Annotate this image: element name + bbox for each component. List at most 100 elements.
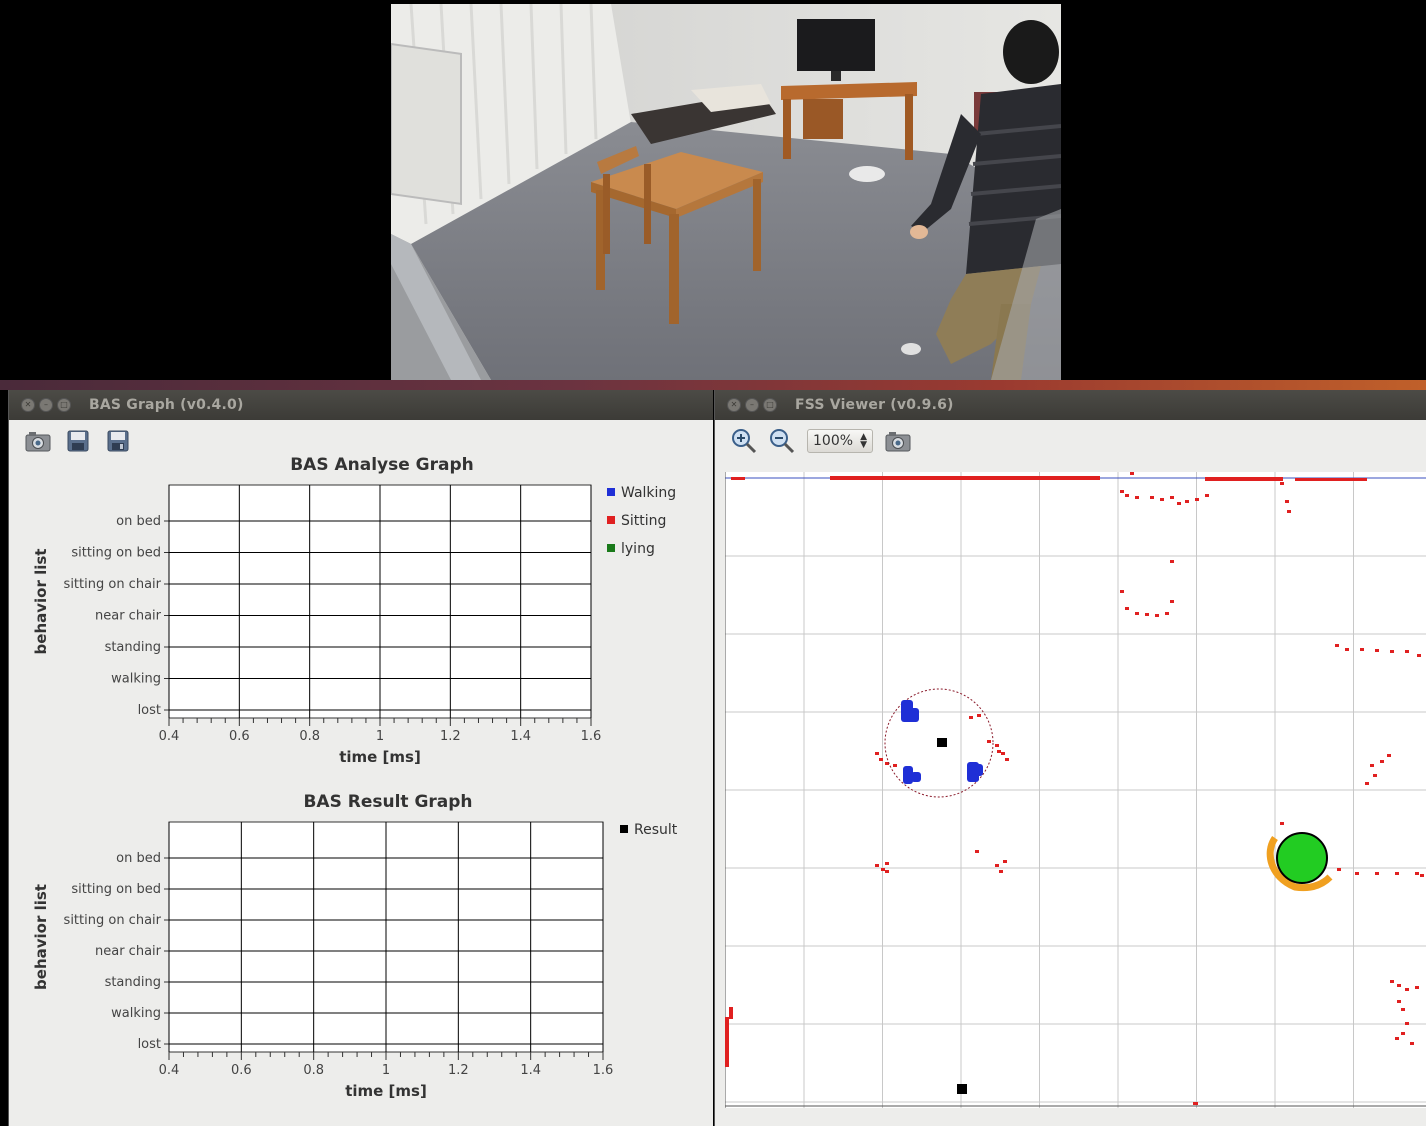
- wall-scan-point: [1211, 477, 1217, 481]
- wall-scan-point: [1247, 477, 1253, 481]
- scan-point: [729, 1007, 733, 1019]
- zoom-in-icon[interactable]: [731, 428, 757, 454]
- camera-icon[interactable]: [885, 428, 911, 454]
- scan-point: [1125, 494, 1129, 497]
- wall-scan-point: [1307, 478, 1313, 481]
- wall-scan-point: [1331, 478, 1337, 481]
- wall-scan-point: [1277, 477, 1283, 481]
- wall-scan-point: [896, 476, 902, 480]
- fss-titlebar[interactable]: ✕ – □ FSS Viewer (v0.9.6): [715, 390, 1426, 420]
- wall-scan-point: [902, 476, 908, 480]
- scan-point: [1401, 1032, 1405, 1035]
- wall-scan-point: [1301, 478, 1307, 481]
- y-tick-label: on bed: [116, 514, 161, 529]
- wall-scan-point: [1028, 476, 1034, 480]
- robot-icon: [1276, 832, 1328, 884]
- wall-scan-point: [1004, 476, 1010, 480]
- scan-point: [1120, 590, 1124, 593]
- x-tick-label: 1.2: [440, 729, 461, 744]
- wall-scan-point: [968, 476, 974, 480]
- scan-point: [987, 740, 991, 743]
- wall-scan-point: [884, 476, 890, 480]
- wall-scan-point: [956, 476, 962, 480]
- minimize-icon[interactable]: –: [745, 398, 759, 412]
- fss-map-canvas[interactable]: [725, 472, 1426, 1108]
- wall-scan-point: [1361, 478, 1367, 481]
- wall-scan-point: [854, 476, 860, 480]
- wall-scan-point: [848, 476, 854, 480]
- wall-scan-point: [1265, 477, 1271, 481]
- wall-scan-point: [914, 476, 920, 480]
- camera-feed-image: [391, 4, 1061, 380]
- scan-point: [1345, 648, 1349, 651]
- scan-point: [1003, 860, 1007, 863]
- wall-scan-point: [962, 476, 968, 480]
- wall-scan-point: [1337, 478, 1343, 481]
- y-tick-label: walking: [111, 1006, 161, 1021]
- scan-point: [975, 850, 979, 853]
- y-tick-label: sitting on bed: [71, 546, 161, 561]
- scan-point: [1160, 498, 1164, 501]
- zoom-out-icon[interactable]: [769, 428, 795, 454]
- wall-scan-point: [944, 476, 950, 480]
- wall-scan-point: [731, 477, 745, 480]
- x-tick-label: 0.8: [299, 729, 320, 744]
- scan-point: [725, 1017, 729, 1067]
- x-tick-label: 0.4: [159, 729, 180, 744]
- zoom-select[interactable]: 100% ▲ ▼: [807, 429, 873, 453]
- y-tick-label: near chair: [95, 944, 162, 959]
- legend-swatch: [620, 825, 628, 833]
- scan-point: [1280, 822, 1284, 825]
- scan-point: [1177, 502, 1181, 505]
- scan-point: [1170, 560, 1174, 563]
- camera-panel: [0, 0, 1426, 380]
- y-tick-label: lost: [138, 703, 161, 718]
- scan-point: [997, 750, 1001, 753]
- wall-scan-point: [1235, 477, 1241, 481]
- person-blob: [975, 764, 983, 776]
- spinner-arrows-icon[interactable]: ▲ ▼: [860, 433, 867, 450]
- close-icon[interactable]: ✕: [21, 398, 35, 412]
- person-blob: [911, 772, 921, 782]
- maximize-icon[interactable]: □: [57, 398, 71, 412]
- y-axis-title: behavior list: [32, 884, 50, 990]
- scan-point: [1390, 980, 1394, 983]
- scan-point: [1135, 612, 1139, 615]
- wall-scan-point: [1082, 476, 1088, 480]
- legend-label: lying: [621, 541, 655, 557]
- scan-point: [1005, 758, 1009, 761]
- scan-point: [1417, 654, 1421, 657]
- scan-point: [1370, 764, 1374, 767]
- wall-scan-point: [872, 476, 878, 480]
- x-tick-label: 0.6: [229, 729, 250, 744]
- bas-titlebar[interactable]: ✕ – □ BAS Graph (v0.4.0): [9, 390, 713, 420]
- scan-point: [1165, 612, 1169, 615]
- y-tick-label: standing: [105, 640, 161, 655]
- graph-title: BAS Analyse Graph: [290, 455, 474, 475]
- x-tick-label: 1.2: [448, 1063, 469, 1078]
- wall-scan-point: [1205, 477, 1211, 481]
- scan-point: [977, 714, 981, 717]
- scan-point: [1205, 494, 1209, 497]
- scan-point: [1373, 774, 1377, 777]
- close-icon[interactable]: ✕: [727, 398, 741, 412]
- graph-title: BAS Result Graph: [303, 792, 472, 812]
- scan-point: [1150, 496, 1154, 499]
- wall-scan-point: [1319, 478, 1325, 481]
- fss-toolbar: 100% ▲ ▼: [715, 420, 1426, 462]
- person-blob: [907, 708, 919, 722]
- wall-scan-point: [1040, 476, 1046, 480]
- scan-point: [885, 862, 889, 865]
- scan-point: [1335, 644, 1339, 647]
- maximize-icon[interactable]: □: [763, 398, 777, 412]
- minimize-icon[interactable]: –: [39, 398, 53, 412]
- scan-point: [885, 870, 889, 873]
- scan-point: [875, 752, 879, 755]
- y-axis-title: behavior list: [32, 549, 50, 655]
- fss-viewer-window: ✕ – □ FSS Viewer (v0.9.6) 100% ▲ ▼: [714, 390, 1426, 1126]
- y-tick-label: near chair: [95, 609, 162, 624]
- wall-scan-point: [866, 476, 872, 480]
- y-tick-label: sitting on chair: [64, 913, 162, 928]
- scan-point: [1285, 500, 1289, 503]
- wall-scan-point: [1241, 477, 1247, 481]
